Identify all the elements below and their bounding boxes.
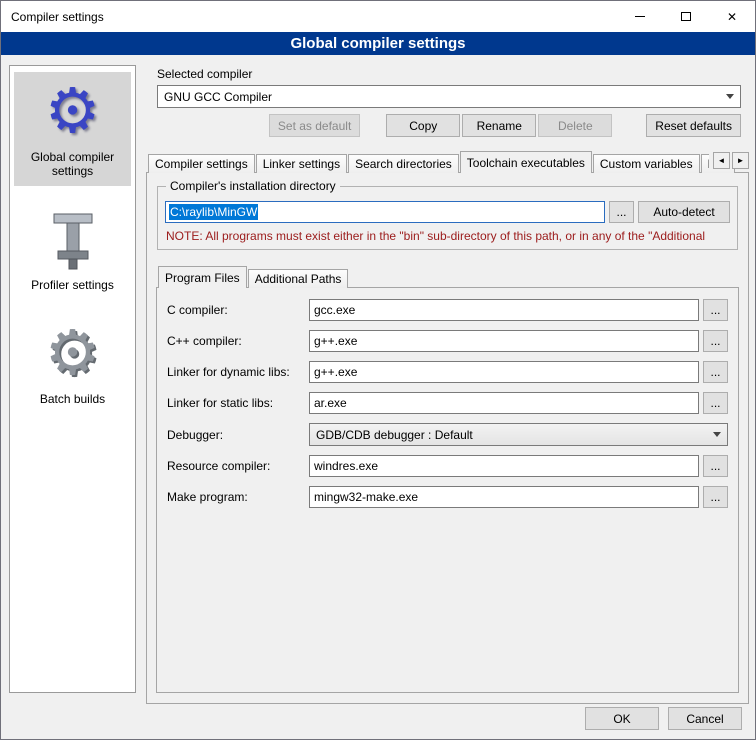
close-button[interactable]: ✕ [709,1,755,32]
clamp-tool-icon [16,208,129,274]
static-linker-browse-button[interactable]: ... [703,392,728,414]
toolchain-executables-panel: Compiler's installation directory C:\ray… [146,172,749,704]
tab-compiler-settings[interactable]: Compiler settings [148,154,255,173]
tab-scroll-left-icon[interactable]: ◄ [713,152,730,169]
sidebar-item-global-compiler-settings[interactable]: ⚙ Global compiler settings [14,72,131,186]
delete-button[interactable]: Delete [538,114,612,137]
sidebar-item-label: Batch builds [16,392,129,406]
tab-search-directories[interactable]: Search directories [348,154,459,173]
make-program-browse-button[interactable]: ... [703,486,728,508]
c-compiler-browse-button[interactable]: ... [703,299,728,321]
chevron-down-icon [713,432,721,437]
c-compiler-input[interactable] [309,299,699,321]
minimize-icon [635,16,645,17]
dialog-header-title: Global compiler settings [1,32,755,55]
dynamic-linker-input[interactable] [309,361,699,383]
rename-button[interactable]: Rename [462,114,536,137]
installation-directory-input[interactable]: C:\raylib\MinGW [165,201,605,223]
settings-tab-strip: Compiler settings Linker settings Search… [146,149,749,173]
window-controls: ✕ [617,1,755,32]
maximize-button[interactable] [663,1,709,32]
program-files-panel: C compiler: ... C++ compiler: ... Linker… [156,287,739,693]
compiler-actions-row: Set as default Copy Rename Delete Reset … [157,114,741,137]
debugger-dropdown[interactable]: GDB/CDB debugger : Default [309,423,728,446]
tab-linker-settings[interactable]: Linker settings [256,154,347,173]
sidebar-item-label: Profiler settings [16,278,129,292]
browse-directory-button[interactable]: ... [609,201,634,223]
sidebar: ⚙ Global compiler settings Profiler sett… [9,65,136,693]
make-program-input[interactable] [309,486,699,508]
installation-directory-row: C:\raylib\MinGW ... Auto-detect [165,201,730,223]
tab-program-files[interactable]: Program Files [158,266,247,288]
debugger-row: Debugger: GDB/CDB debugger : Default [167,423,728,446]
static-linker-input[interactable] [309,392,699,414]
minimize-button[interactable] [617,1,663,32]
resource-compiler-label: Resource compiler: [167,459,309,473]
static-linker-row: Linker for static libs: ... [167,392,728,414]
resource-compiler-input[interactable] [309,455,699,477]
maximize-icon [681,12,691,21]
static-linker-label: Linker for static libs: [167,396,309,410]
titlebar: Compiler settings ✕ [1,1,755,32]
resource-compiler-browse-button[interactable]: ... [703,455,728,477]
tab-toolchain-executables[interactable]: Toolchain executables [460,151,592,173]
cancel-button[interactable]: Cancel [668,707,742,730]
tab-scroll-controls: ◄ ► [709,152,749,169]
tab-additional-paths[interactable]: Additional Paths [248,269,349,288]
settings-pane: Selected compiler GNU GCC Compiler Set a… [146,61,749,704]
c-compiler-row: C compiler: ... [167,299,728,321]
debugger-label: Debugger: [167,428,309,442]
program-files-tab-strip: Program Files Additional Paths [156,264,739,288]
compiler-settings-window: Compiler settings ✕ Global compiler sett… [0,0,756,740]
gear-gray-icon: ⚙ [16,322,129,388]
dialog-footer: OK Cancel [585,707,742,730]
tab-scroll-right-icon[interactable]: ► [732,152,749,169]
gear-blue-icon: ⚙ [16,80,129,146]
debugger-value: GDB/CDB debugger : Default [316,428,707,442]
ok-button[interactable]: OK [585,707,659,730]
window-title: Compiler settings [1,10,104,24]
tab-custom-variables[interactable]: Custom variables [593,154,700,173]
selected-compiler-dropdown[interactable]: GNU GCC Compiler [157,85,741,108]
c-compiler-label: C compiler: [167,303,309,317]
sidebar-item-profiler-settings[interactable]: Profiler settings [14,200,131,300]
installation-directory-group-label: Compiler's installation directory [166,179,340,193]
copy-button[interactable]: Copy [386,114,460,137]
dynamic-linker-label: Linker for dynamic libs: [167,365,309,379]
sidebar-item-label: Global compiler settings [16,150,129,178]
cpp-compiler-input[interactable] [309,330,699,352]
make-program-row: Make program: ... [167,486,728,508]
reset-defaults-button[interactable]: Reset defaults [646,114,741,137]
bin-subdirectory-note: NOTE: All programs must exist either in … [166,229,729,243]
chevron-down-icon [726,94,734,99]
dynamic-linker-browse-button[interactable]: ... [703,361,728,383]
set-as-default-button[interactable]: Set as default [269,114,360,137]
cpp-compiler-browse-button[interactable]: ... [703,330,728,352]
selected-compiler-label: Selected compiler [157,67,741,81]
cpp-compiler-row: C++ compiler: ... [167,330,728,352]
installation-directory-group: Compiler's installation directory C:\ray… [157,186,738,250]
installation-directory-value: C:\raylib\MinGW [169,204,258,220]
cpp-compiler-label: C++ compiler: [167,334,309,348]
make-program-label: Make program: [167,490,309,504]
close-icon: ✕ [727,11,737,23]
selected-compiler-value: GNU GCC Compiler [164,90,720,104]
dynamic-linker-row: Linker for dynamic libs: ... [167,361,728,383]
resource-compiler-row: Resource compiler: ... [167,455,728,477]
auto-detect-button[interactable]: Auto-detect [638,201,730,223]
sidebar-item-batch-builds[interactable]: ⚙ Batch builds [14,314,131,414]
